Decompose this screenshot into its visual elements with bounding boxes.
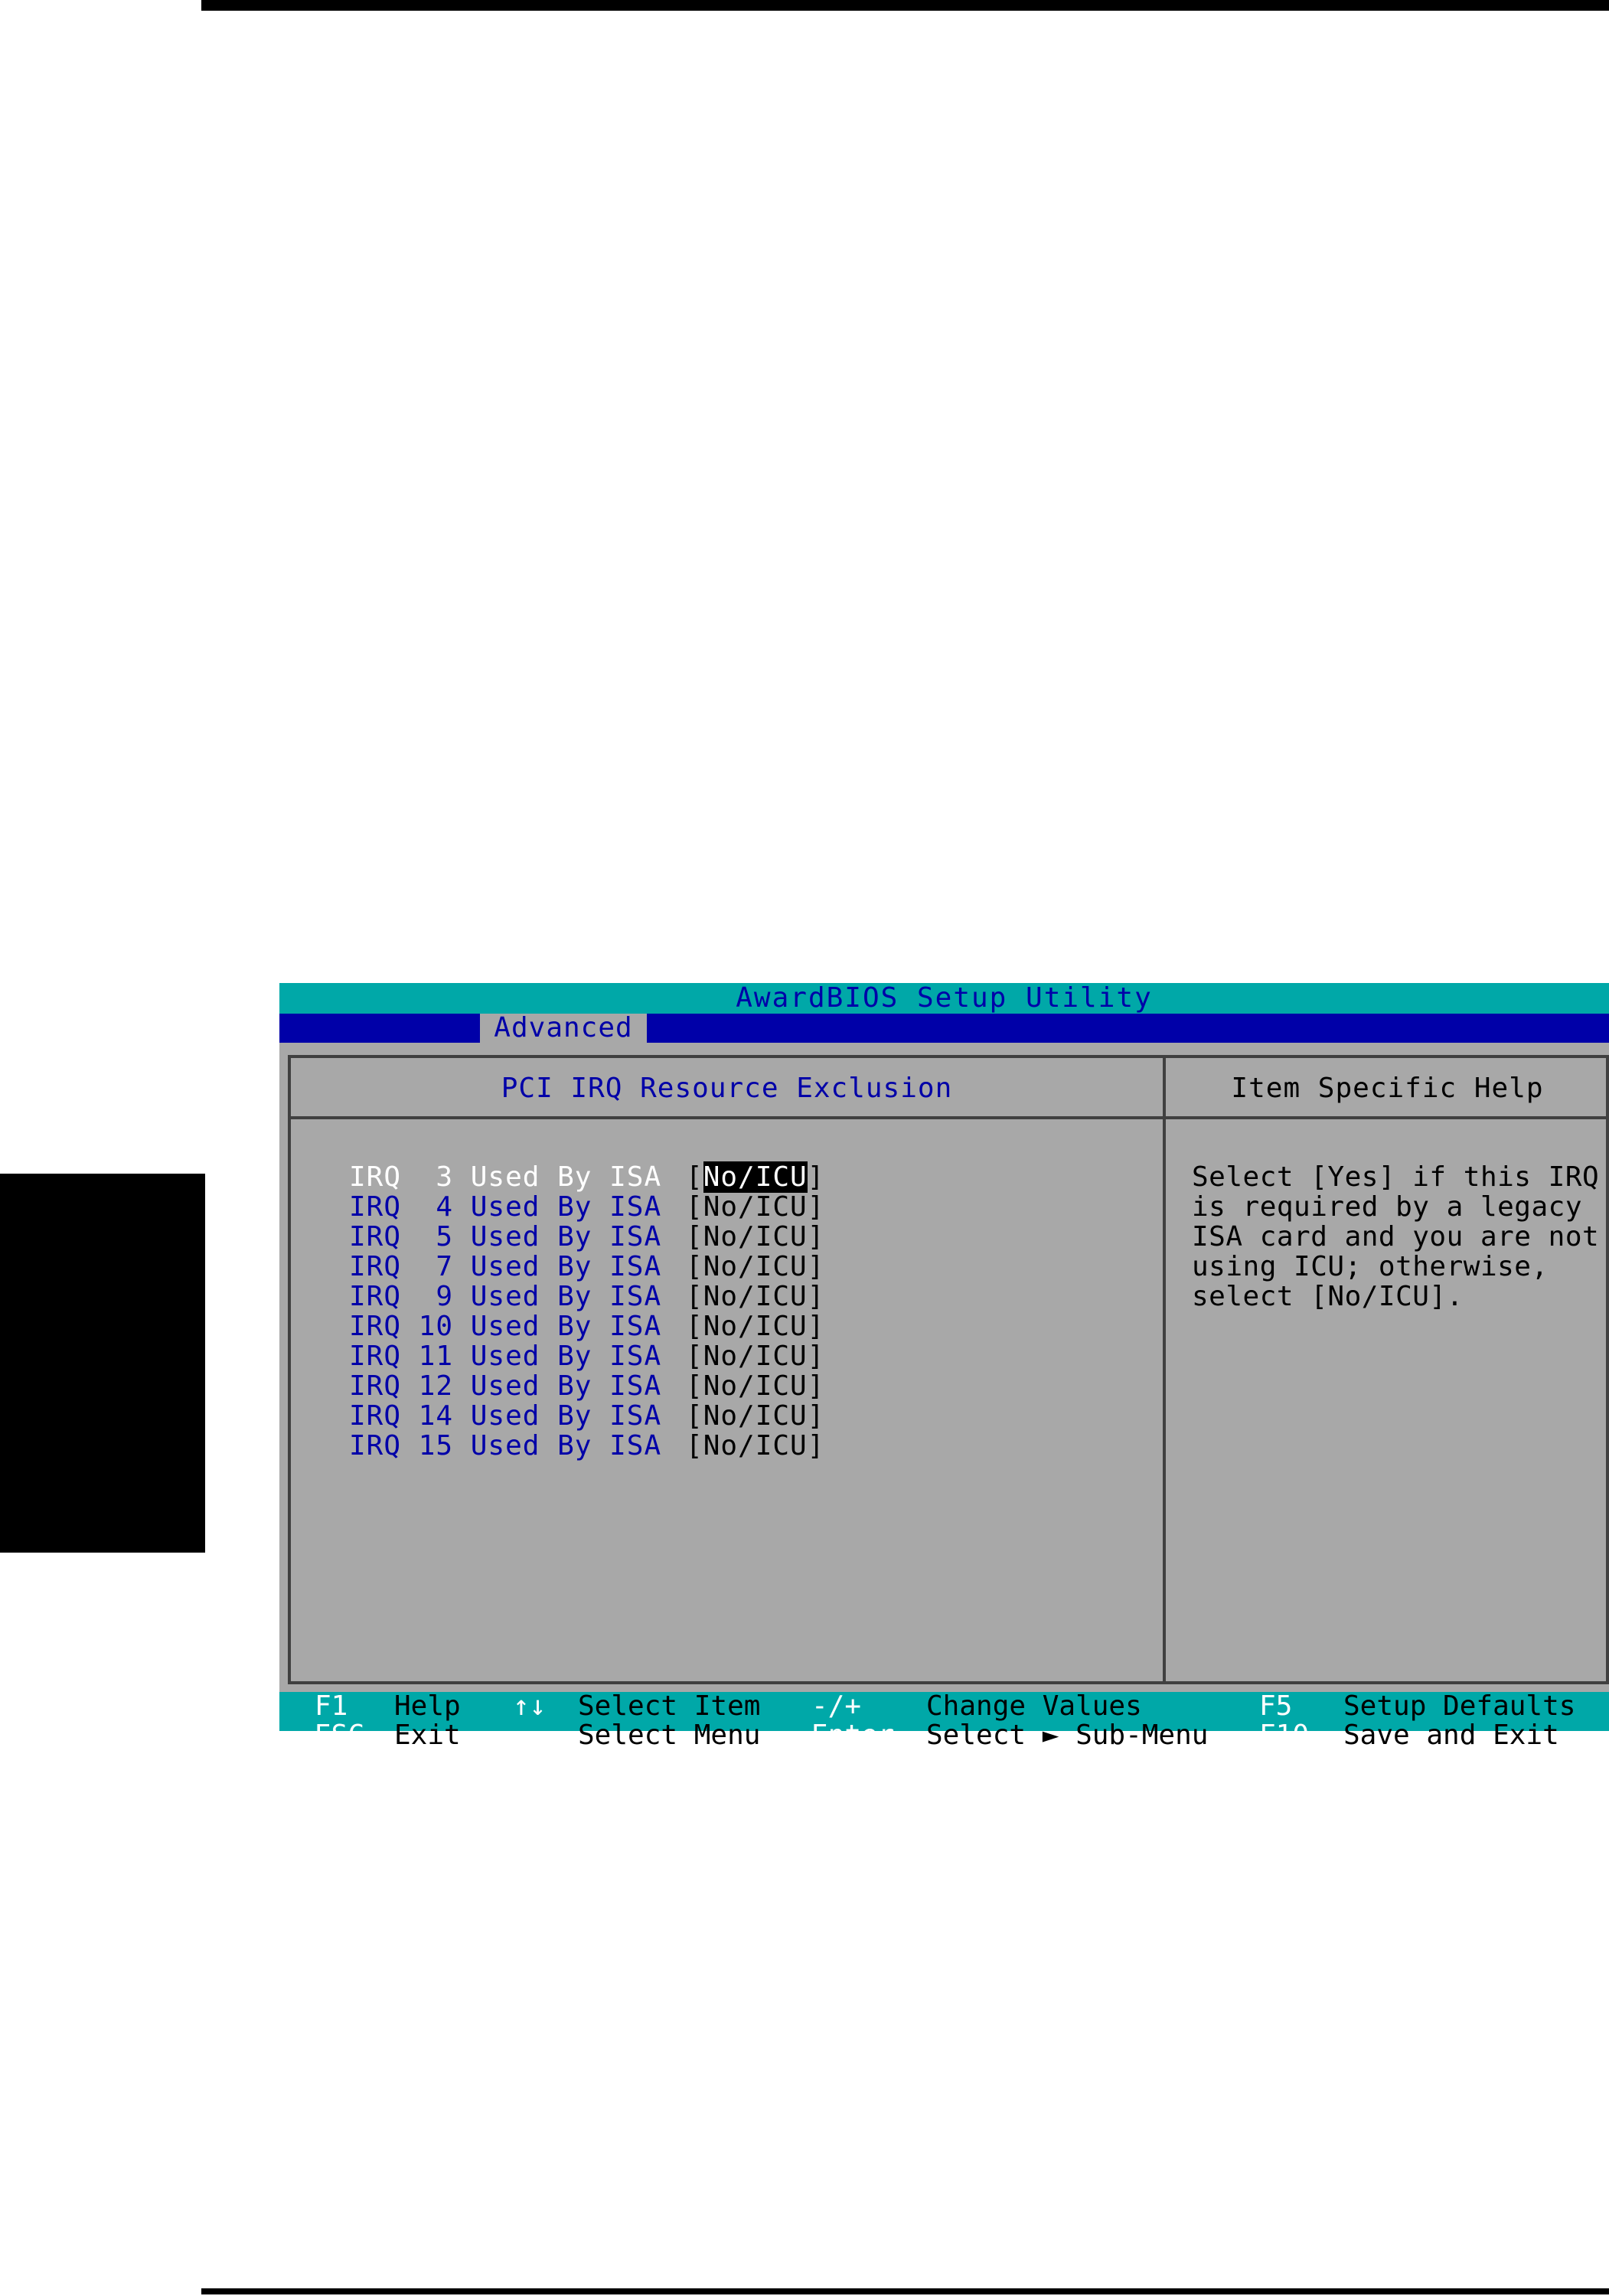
value-text: No/ICU: [703, 1251, 808, 1282]
enter-key: Enter: [811, 1720, 895, 1751]
value-bracket-close: ]: [807, 1400, 825, 1432]
value-bracket-open: [: [686, 1161, 703, 1193]
value-bracket-open: [: [686, 1400, 703, 1432]
leftright-desc: Select Menu: [578, 1720, 761, 1751]
value-bracket-open: [: [686, 1430, 703, 1462]
irq-setting-value[interactable]: [No/ICU]: [686, 1281, 824, 1312]
plusminus-desc: Change Values: [926, 1690, 1142, 1722]
value-text: No/ICU: [703, 1221, 808, 1253]
help-title: Item Specific Help: [1166, 1058, 1609, 1119]
irq-setting-label: IRQ 4 Used By ISA: [349, 1191, 662, 1223]
irq-setting-row[interactable]: IRQ 11 Used By ISA [No/ICU]: [349, 1341, 824, 1372]
irq-setting-value[interactable]: [No/ICU]: [686, 1161, 824, 1193]
value-bracket-close: ]: [807, 1161, 825, 1193]
f1-desc: Help: [394, 1690, 461, 1722]
irq-setting-row[interactable]: IRQ 15 Used By ISA [No/ICU]: [349, 1430, 824, 1462]
value-bracket-close: ]: [807, 1311, 825, 1342]
value-bracket-close: ]: [807, 1191, 825, 1223]
value-bracket-open: [: [686, 1311, 703, 1342]
irq-setting-label: IRQ 7 Used By ISA: [349, 1251, 662, 1282]
value-text: No/ICU: [703, 1430, 808, 1462]
irq-setting-label: IRQ 14 Used By ISA: [349, 1400, 662, 1432]
key-legend-bar: F1 Help ESC Exit ↑↓ Select Item ↔ Select…: [279, 1690, 1609, 1750]
value-text: No/ICU: [703, 1281, 808, 1312]
panel-title: PCI IRQ Resource Exclusion: [291, 1058, 1163, 1119]
value-text: No/ICU: [703, 1400, 808, 1432]
irq-setting-value[interactable]: [No/ICU]: [686, 1341, 824, 1372]
bios-main-frame: PCI IRQ Resource Exclusion IRQ 3 Used By…: [288, 1055, 1609, 1684]
tab-advanced[interactable]: Advanced: [480, 1014, 647, 1043]
irq-setting-row[interactable]: IRQ 12 Used By ISA [No/ICU]: [349, 1370, 824, 1402]
irq-setting-value[interactable]: [No/ICU]: [686, 1221, 824, 1253]
irq-setting-row[interactable]: IRQ 14 Used By ISA [No/ICU]: [349, 1400, 824, 1432]
bios-title: AwardBIOS Setup Utility: [279, 983, 1609, 1014]
value-text: No/ICU: [703, 1161, 808, 1193]
enter-desc: Select ► Sub-Menu: [926, 1720, 1209, 1751]
irq-setting-row[interactable]: IRQ 7 Used By ISA [No/ICU]: [349, 1251, 824, 1282]
irq-setting-row[interactable]: IRQ 3 Used By ISA [No/ICU]: [349, 1161, 824, 1193]
value-bracket-open: [: [686, 1370, 703, 1402]
value-bracket-close: ]: [807, 1221, 825, 1253]
irq-setting-row[interactable]: IRQ 4 Used By ISA [No/ICU]: [349, 1191, 824, 1223]
esc-desc: Exit: [394, 1720, 461, 1751]
irq-setting-label: IRQ 10 Used By ISA: [349, 1311, 662, 1342]
page-top-rule: [201, 0, 1609, 11]
leftright-arrows-icon: ↔: [513, 1720, 530, 1751]
irq-setting-label: IRQ 12 Used By ISA: [349, 1370, 662, 1402]
irq-setting-value[interactable]: [No/ICU]: [686, 1191, 824, 1223]
updown-desc: Select Item: [578, 1690, 761, 1722]
bios-screen: AwardBIOS Setup Utility Advanced PCI IRQ…: [279, 983, 1609, 1750]
irq-setting-value[interactable]: [No/ICU]: [686, 1251, 824, 1282]
irq-setting-label: IRQ 5 Used By ISA: [349, 1221, 662, 1253]
f10-key: F10: [1259, 1720, 1310, 1751]
irq-setting-value[interactable]: [No/ICU]: [686, 1311, 824, 1342]
settings-panel: PCI IRQ Resource Exclusion IRQ 3 Used By…: [291, 1058, 1166, 1681]
value-text: No/ICU: [703, 1370, 808, 1402]
irq-setting-value[interactable]: [No/ICU]: [686, 1370, 824, 1402]
value-bracket-open: [: [686, 1191, 703, 1223]
irq-setting-label: IRQ 9 Used By ISA: [349, 1281, 662, 1312]
value-bracket-open: [: [686, 1251, 703, 1282]
value-bracket-open: [: [686, 1221, 703, 1253]
value-bracket-close: ]: [807, 1370, 825, 1402]
irq-list: IRQ 3 Used By ISA [No/ICU] IRQ 4 Used By I…: [349, 1161, 824, 1462]
value-bracket-close: ]: [807, 1430, 825, 1462]
bios-menu-bar: Advanced: [279, 1014, 1609, 1043]
esc-key: ESC: [315, 1720, 365, 1751]
value-text: No/ICU: [703, 1341, 808, 1372]
value-bracket-close: ]: [807, 1341, 825, 1372]
irq-setting-label: IRQ 3 Used By ISA: [349, 1161, 662, 1193]
irq-setting-row[interactable]: IRQ 10 Used By ISA [No/ICU]: [349, 1311, 824, 1342]
f10-desc: Save and Exit: [1343, 1720, 1559, 1751]
value-bracket-close: ]: [807, 1281, 825, 1312]
value-bracket-open: [: [686, 1281, 703, 1312]
updown-arrows-icon: ↑↓: [513, 1690, 547, 1722]
page-bottom-rule: [201, 2288, 1609, 2294]
value-bracket-open: [: [686, 1341, 703, 1372]
irq-setting-value[interactable]: [No/ICU]: [686, 1400, 824, 1432]
chapter-side-tab: [0, 1174, 205, 1553]
irq-setting-label: IRQ 15 Used By ISA: [349, 1430, 662, 1462]
value-text: No/ICU: [703, 1311, 808, 1342]
f1-key: F1: [315, 1690, 348, 1722]
irq-setting-row[interactable]: IRQ 9 Used By ISA [No/ICU]: [349, 1281, 824, 1312]
f5-desc: Setup Defaults: [1343, 1690, 1576, 1722]
plusminus-key: -/+: [811, 1690, 862, 1722]
irq-setting-label: IRQ 11 Used By ISA: [349, 1341, 662, 1372]
irq-setting-value[interactable]: [No/ICU]: [686, 1430, 824, 1462]
help-panel: Item Specific Help Select [Yes] if this …: [1166, 1058, 1609, 1681]
value-text: No/ICU: [703, 1191, 808, 1223]
value-bracket-close: ]: [807, 1251, 825, 1282]
irq-setting-row[interactable]: IRQ 5 Used By ISA [No/ICU]: [349, 1221, 824, 1253]
f5-key: F5: [1259, 1690, 1293, 1722]
help-text: Select [Yes] if this IRQ is required by …: [1192, 1161, 1600, 1312]
